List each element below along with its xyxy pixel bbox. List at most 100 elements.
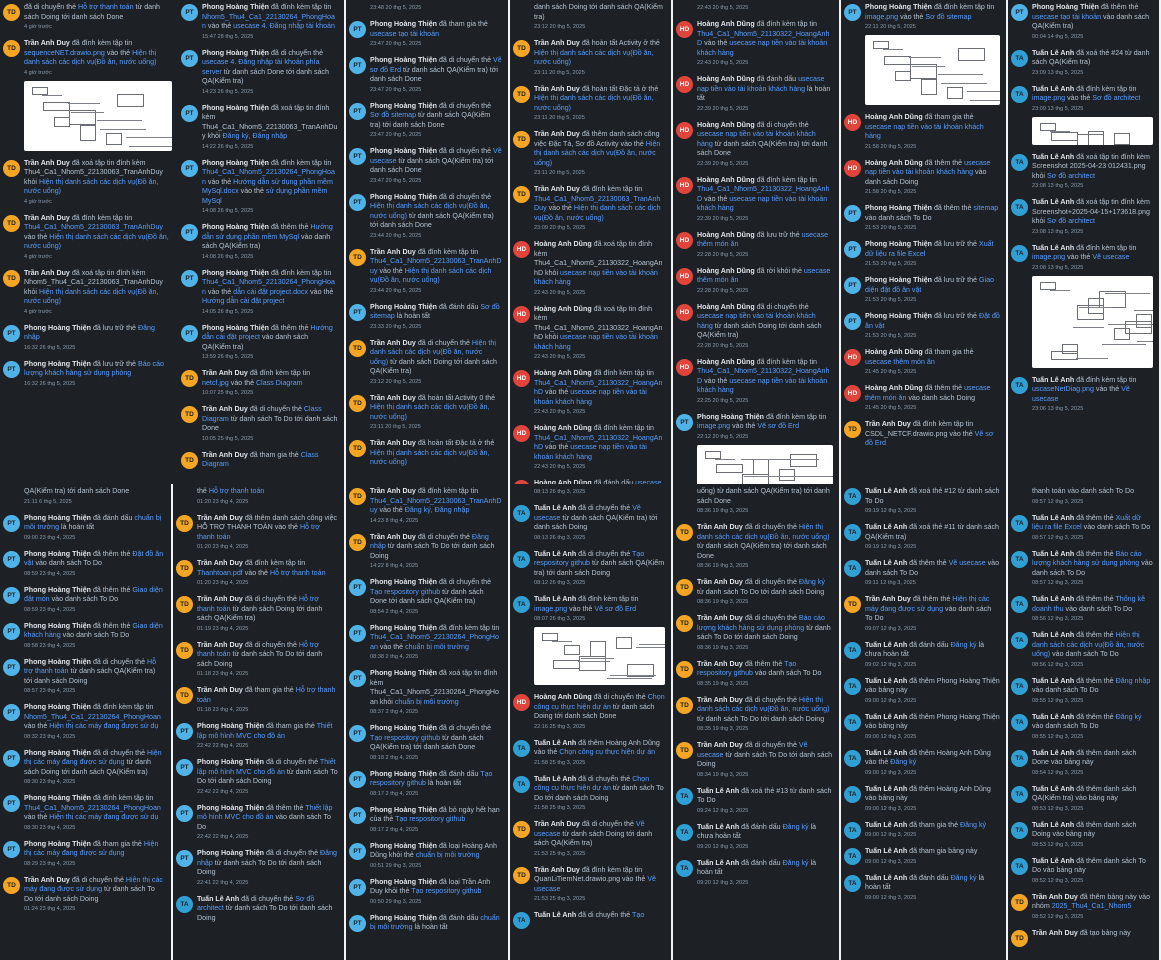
- member-name[interactable]: Tuấn Lê Anh: [1032, 514, 1074, 522]
- entry-timestamp[interactable]: 14:05 26 thg 5, 2025: [202, 308, 338, 316]
- card-link[interactable]: Đăng ký: [1116, 713, 1142, 721]
- member-name[interactable]: Trần Anh Duy: [697, 614, 743, 622]
- entry-timestamp[interactable]: 08:58 23 thg 4, 2025: [24, 642, 165, 650]
- member-name[interactable]: Trần Anh Duy: [24, 269, 70, 277]
- entry-timestamp[interactable]: 08:36 19 thg 3, 2025: [697, 507, 833, 515]
- member-avatar[interactable]: PT: [3, 840, 20, 858]
- member-name[interactable]: Tuấn Lê Anh: [1032, 198, 1074, 206]
- entry-timestamp[interactable]: 22:16 25 thg 3, 2025: [534, 723, 665, 731]
- member-name[interactable]: Tuấn Lê Anh: [697, 787, 739, 795]
- entry-timestamp[interactable]: 14:08 26 thg 5, 2025: [202, 207, 338, 215]
- member-name[interactable]: Phong Hoàng Thiện: [370, 303, 437, 311]
- entry-timestamp[interactable]: 23:47 20 thg 5, 2025: [370, 86, 502, 94]
- member-avatar[interactable]: HD: [676, 76, 693, 93]
- card-link[interactable]: usecase tạo tài khoản: [1032, 13, 1101, 21]
- member-name[interactable]: Phong Hoàng Thiện: [370, 914, 437, 922]
- member-avatar[interactable]: TD: [3, 4, 20, 21]
- entry-timestamp[interactable]: 08:57 12 thg 3, 2025: [1032, 579, 1153, 587]
- entry-timestamp[interactable]: 14:22 8 thg 4, 2025: [370, 562, 502, 570]
- member-name[interactable]: Trần Anh Duy: [202, 369, 248, 377]
- entry-timestamp[interactable]: 00:04 14 thg 5, 2025: [1032, 33, 1153, 41]
- entry-timestamp[interactable]: 23:12 20 thg 5, 2025: [534, 23, 665, 31]
- member-avatar[interactable]: PT: [349, 57, 366, 74]
- member-avatar[interactable]: PT: [349, 770, 366, 788]
- member-avatar[interactable]: TD: [349, 339, 366, 357]
- member-avatar[interactable]: TA: [513, 596, 530, 613]
- member-name[interactable]: Phong Hoàng Thiện: [202, 3, 269, 11]
- entry-timestamp[interactable]: 01:20 23 thg 4, 2025: [197, 579, 338, 587]
- member-name[interactable]: Tuấn Lê Anh: [865, 523, 907, 531]
- entry-timestamp[interactable]: 22:39 20 thg 5, 2025: [697, 160, 833, 168]
- member-avatar[interactable]: TD: [676, 696, 693, 714]
- entry-timestamp[interactable]: 22:42 22 thg 4, 2025: [197, 788, 338, 796]
- entry-timestamp[interactable]: 23:11 20 thg 5, 2025: [370, 423, 502, 431]
- entry-timestamp[interactable]: 01:18 23 thg 4, 2025: [197, 670, 338, 678]
- card-link[interactable]: image.png: [1032, 94, 1065, 102]
- entry-timestamp[interactable]: 22:43 20 thg 5, 2025: [697, 59, 833, 67]
- card-link[interactable]: Đăng ký: [799, 578, 825, 586]
- member-avatar[interactable]: PT: [181, 224, 198, 241]
- entry-timestamp[interactable]: 08:13 26 thg 3, 2025: [534, 534, 665, 542]
- card-link[interactable]: Sơ đồ architect: [1047, 172, 1095, 180]
- entry-timestamp[interactable]: 22:39 20 thg 5, 2025: [697, 215, 833, 223]
- member-avatar[interactable]: TD: [349, 440, 366, 457]
- member-avatar[interactable]: PT: [844, 241, 861, 258]
- card-link[interactable]: Sơ đồ sitemap: [370, 111, 416, 119]
- card-link[interactable]: Hiện thị danh sách các dịch vụ(Đồ ăn, nư…: [534, 94, 653, 112]
- card-link[interactable]: Đăng ký: [783, 823, 809, 831]
- member-name[interactable]: Phong Hoàng Thiện: [24, 586, 91, 594]
- member-avatar[interactable]: TD: [676, 579, 693, 596]
- member-avatar[interactable]: HD: [513, 241, 530, 258]
- card-link[interactable]: chuẩn bị môi trường: [405, 643, 469, 651]
- entry-timestamp[interactable]: 21:58 25 thg 3, 2025: [534, 804, 665, 812]
- entry-timestamp[interactable]: 22:43 20 thg 5, 2025: [534, 353, 665, 361]
- member-avatar[interactable]: PT: [349, 148, 366, 165]
- entry-timestamp[interactable]: 09:11 12 thg 3, 2025: [865, 579, 1000, 587]
- entry-timestamp[interactable]: 01:18 23 thg 4, 2025: [197, 706, 338, 714]
- member-avatar[interactable]: PT: [349, 193, 366, 211]
- member-avatar[interactable]: TA: [1011, 244, 1028, 262]
- card-link[interactable]: Tạo respository github: [395, 815, 465, 823]
- member-name[interactable]: Trần Anh Duy: [697, 660, 743, 668]
- member-avatar[interactable]: TD: [181, 406, 198, 423]
- member-avatar[interactable]: TD: [676, 524, 693, 541]
- member-avatar[interactable]: TD: [1011, 893, 1028, 911]
- member-avatar[interactable]: TD: [513, 131, 530, 148]
- entry-timestamp[interactable]: 09:00 12 thg 3, 2025: [865, 805, 1000, 813]
- entry-timestamp[interactable]: 09:00 23 thg 4, 2025: [24, 534, 165, 542]
- member-avatar[interactable]: HD: [676, 121, 693, 139]
- card-link[interactable]: Đăng ký, Đăng nhập: [405, 506, 470, 514]
- member-avatar[interactable]: PT: [1011, 4, 1028, 21]
- member-avatar[interactable]: TD: [176, 641, 193, 659]
- card-link[interactable]: Thu4_Ca1_Nhom5_22130264_PhongHoan: [24, 804, 161, 812]
- member-avatar[interactable]: TA: [1011, 85, 1028, 103]
- member-name[interactable]: Hoàng Anh Dũng: [697, 121, 755, 129]
- member-avatar[interactable]: TA: [513, 505, 530, 522]
- member-name[interactable]: Phong Hoàng Thiện: [197, 804, 264, 812]
- member-name[interactable]: Trần Anh Duy: [370, 533, 416, 541]
- entry-timestamp[interactable]: 08:53 12 thg 3, 2025: [1032, 805, 1153, 813]
- member-avatar[interactable]: TA: [513, 739, 530, 757]
- entry-timestamp[interactable]: 09:19 12 thg 3, 2025: [865, 543, 1000, 551]
- member-name[interactable]: Trần Anh Duy: [534, 185, 580, 193]
- member-name[interactable]: Trần Anh Duy: [24, 214, 70, 222]
- attachment-thumbnail[interactable]: [865, 35, 1000, 105]
- member-avatar[interactable]: TA: [676, 859, 693, 877]
- member-avatar[interactable]: TA: [844, 677, 861, 695]
- member-name[interactable]: Trần Anh Duy: [370, 487, 416, 495]
- member-avatar[interactable]: PT: [349, 725, 366, 742]
- card-link[interactable]: Hướng dẫn cài đặt project: [202, 297, 284, 305]
- member-name[interactable]: Trần Anh Duy: [370, 439, 416, 447]
- entry-timestamp[interactable]: 21:11 6 thg 5, 2025: [24, 498, 165, 506]
- member-name[interactable]: Tuấn Lê Anh: [865, 847, 907, 855]
- entry-timestamp[interactable]: 22:42 22 thg 4, 2025: [197, 833, 338, 841]
- entry-timestamp[interactable]: 08:13 26 thg 3, 2025: [534, 488, 665, 496]
- member-name[interactable]: Trần Anh Duy: [1032, 893, 1078, 901]
- member-name[interactable]: Phong Hoàng Thiện: [370, 56, 437, 64]
- member-name[interactable]: Trần Anh Duy: [197, 514, 243, 522]
- entry-timestamp[interactable]: 09:00 12 thg 3, 2025: [865, 733, 1000, 741]
- member-name[interactable]: Tuấn Lê Anh: [1032, 85, 1074, 93]
- member-avatar[interactable]: TA: [513, 912, 530, 929]
- member-name[interactable]: Trần Anh Duy: [202, 451, 248, 459]
- member-name[interactable]: Tuấn Lê Anh: [534, 911, 576, 919]
